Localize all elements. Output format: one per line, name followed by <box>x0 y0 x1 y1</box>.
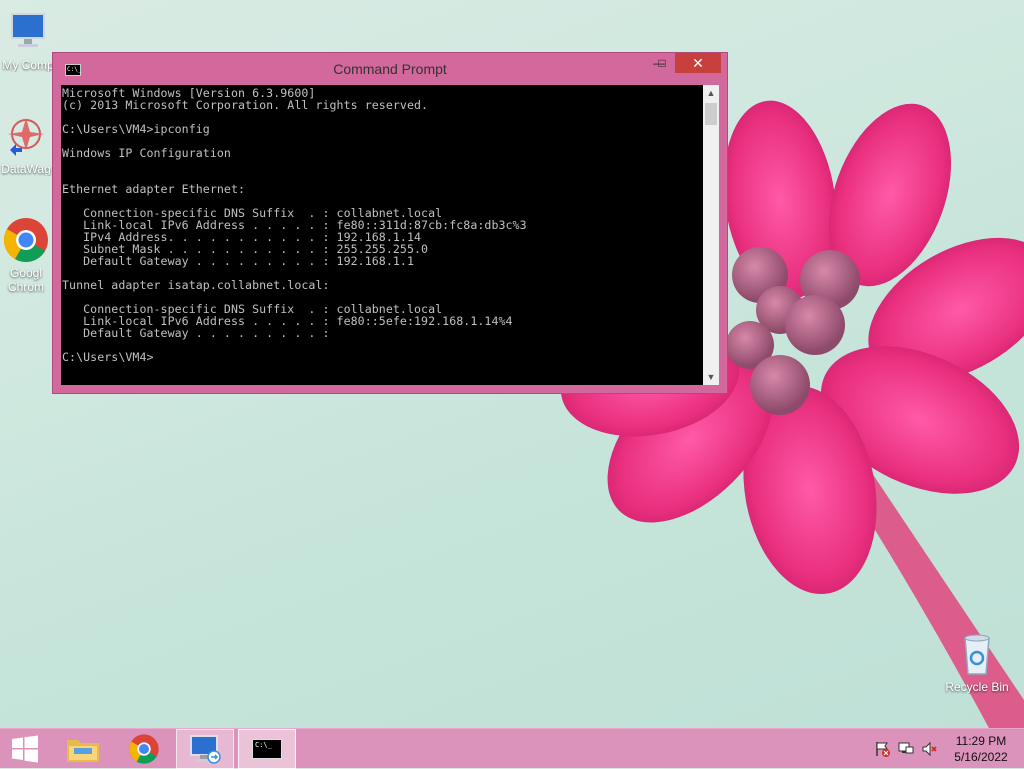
window-title: Command Prompt <box>333 61 447 77</box>
desktop-icon-datawag[interactable]: DataWag <box>0 112 52 176</box>
action-center-flag-icon[interactable] <box>874 741 890 757</box>
scrollbar-thumb[interactable] <box>705 103 717 125</box>
clock-time: 11:29 PM <box>955 734 1007 748</box>
desktop-icon-label: Googl <box>9 266 43 280</box>
recycle-bin-icon <box>964 634 990 675</box>
vertical-scrollbar[interactable]: ▲ ▼ <box>703 85 719 385</box>
folder-icon <box>67 740 99 762</box>
command-prompt-icon: C:\_ <box>252 739 282 759</box>
desktop-icon-my-computer[interactable]: My Comp <box>0 8 56 72</box>
chrome-icon <box>129 734 159 764</box>
taskbar-command-prompt[interactable]: C:\_ <box>238 729 296 769</box>
desktop-icon-label: My Comp <box>2 58 54 72</box>
windows-logo-icon <box>12 735 38 763</box>
command-prompt-window[interactable]: C:\_ Command Prompt — □ ✕ Microsoft Wind… <box>52 52 728 394</box>
taskbar: C:\_ 11:29 PM 5/16/2022 <box>0 728 1024 769</box>
desktop-icon-label: Recycle Bin <box>945 680 1009 694</box>
taskbar-file-explorer[interactable] <box>54 729 112 769</box>
remote-desktop-icon <box>190 735 221 764</box>
console-output[interactable]: Microsoft Windows [Version 6.3.9600] (c)… <box>61 85 703 385</box>
close-button[interactable]: ✕ <box>675 53 721 73</box>
network-icon[interactable] <box>898 741 914 757</box>
system-clock[interactable]: 11:29 PM 5/16/2022 <box>944 733 1018 765</box>
title-bar[interactable]: C:\_ Command Prompt — □ ✕ <box>53 53 727 85</box>
chrome-icon <box>4 218 48 262</box>
console-text: Microsoft Windows [Version 6.3.9600] (c)… <box>62 86 527 364</box>
maximize-button[interactable]: □ <box>649 53 675 73</box>
volume-muted-icon[interactable] <box>922 741 938 757</box>
datawag-icon <box>8 118 44 156</box>
scroll-down-arrow-icon[interactable]: ▼ <box>703 369 719 385</box>
desktop-icon-label: DataWag <box>1 162 51 176</box>
taskbar-google-chrome[interactable] <box>116 729 174 769</box>
clock-date: 5/16/2022 <box>954 750 1008 764</box>
start-button[interactable] <box>0 729 50 769</box>
desktop-icon-google-chrome[interactable]: Googl Chrom <box>2 216 50 294</box>
scroll-up-arrow-icon[interactable]: ▲ <box>703 85 719 101</box>
computer-icon <box>11 13 45 47</box>
desktop-icon-recycle-bin[interactable]: Recycle Bin <box>942 630 1012 694</box>
desktop-icon-label-line2: Chrom <box>7 280 44 294</box>
taskbar-remote-desktop[interactable] <box>176 729 234 769</box>
